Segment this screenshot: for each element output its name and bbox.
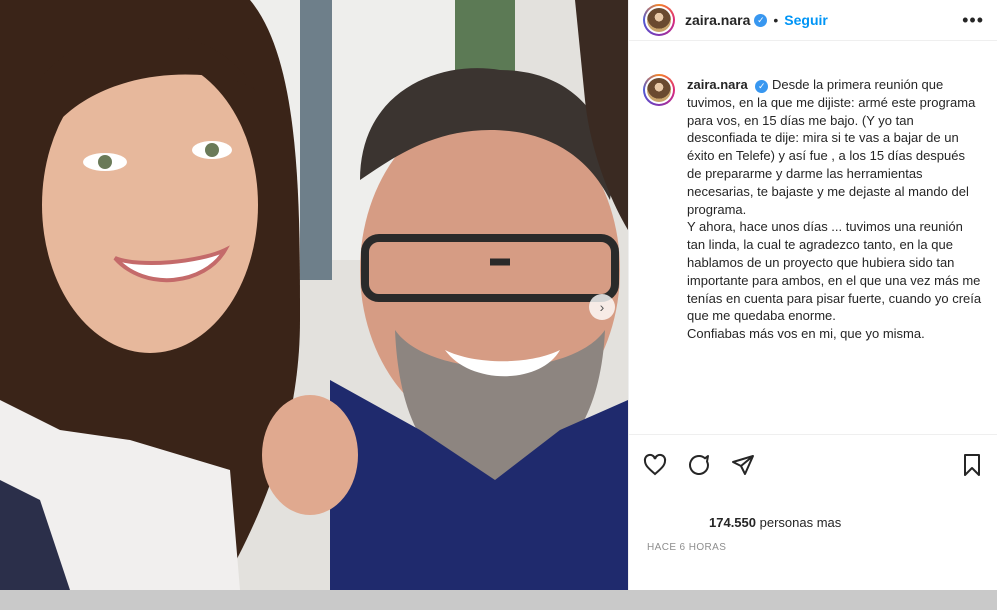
verified-badge-icon: ✓ (755, 80, 769, 94)
avatar[interactable] (643, 4, 675, 36)
bookmark-icon[interactable] (960, 453, 984, 477)
caption-avatar[interactable] (643, 74, 675, 106)
likes-suffix: personas mas (759, 515, 842, 530)
likes-number: 174.550 (709, 515, 756, 530)
share-icon[interactable] (731, 453, 755, 477)
bottom-strip (0, 590, 997, 610)
heart-icon[interactable] (643, 453, 667, 477)
caption-body: Desde la primera reunión que tuvimos, en… (687, 77, 982, 342)
post-header: zaira.nara ✓ • Seguir ••• (629, 0, 997, 41)
avatar-image (647, 8, 671, 32)
separator-dot: • (773, 12, 779, 28)
carousel-next-button[interactable]: › (589, 294, 615, 320)
post-sidebar: zaira.nara ✓ • Seguir ••• zaira.nara ✓ D… (628, 0, 997, 590)
more-options-icon[interactable]: ••• (962, 10, 984, 31)
comment-icon[interactable] (687, 453, 711, 477)
username-link[interactable]: zaira.nara (685, 12, 750, 28)
post-photo (0, 0, 628, 590)
verified-badge-icon: ✓ (754, 13, 768, 27)
post-photo-illustration (0, 0, 628, 590)
follow-button[interactable]: Seguir (784, 12, 828, 28)
caption-section[interactable]: zaira.nara ✓ Desde la primera reunión qu… (629, 66, 997, 434)
chevron-right-icon: › (599, 299, 605, 315)
caption-username[interactable]: zaira.nara (687, 77, 748, 92)
post-timestamp[interactable]: HACE 6 HORAS (647, 542, 726, 553)
caption-text: zaira.nara ✓ Desde la primera reunión qu… (687, 76, 983, 343)
action-bar (629, 434, 997, 494)
likes-count[interactable]: 174.550 personas mas (709, 515, 841, 530)
